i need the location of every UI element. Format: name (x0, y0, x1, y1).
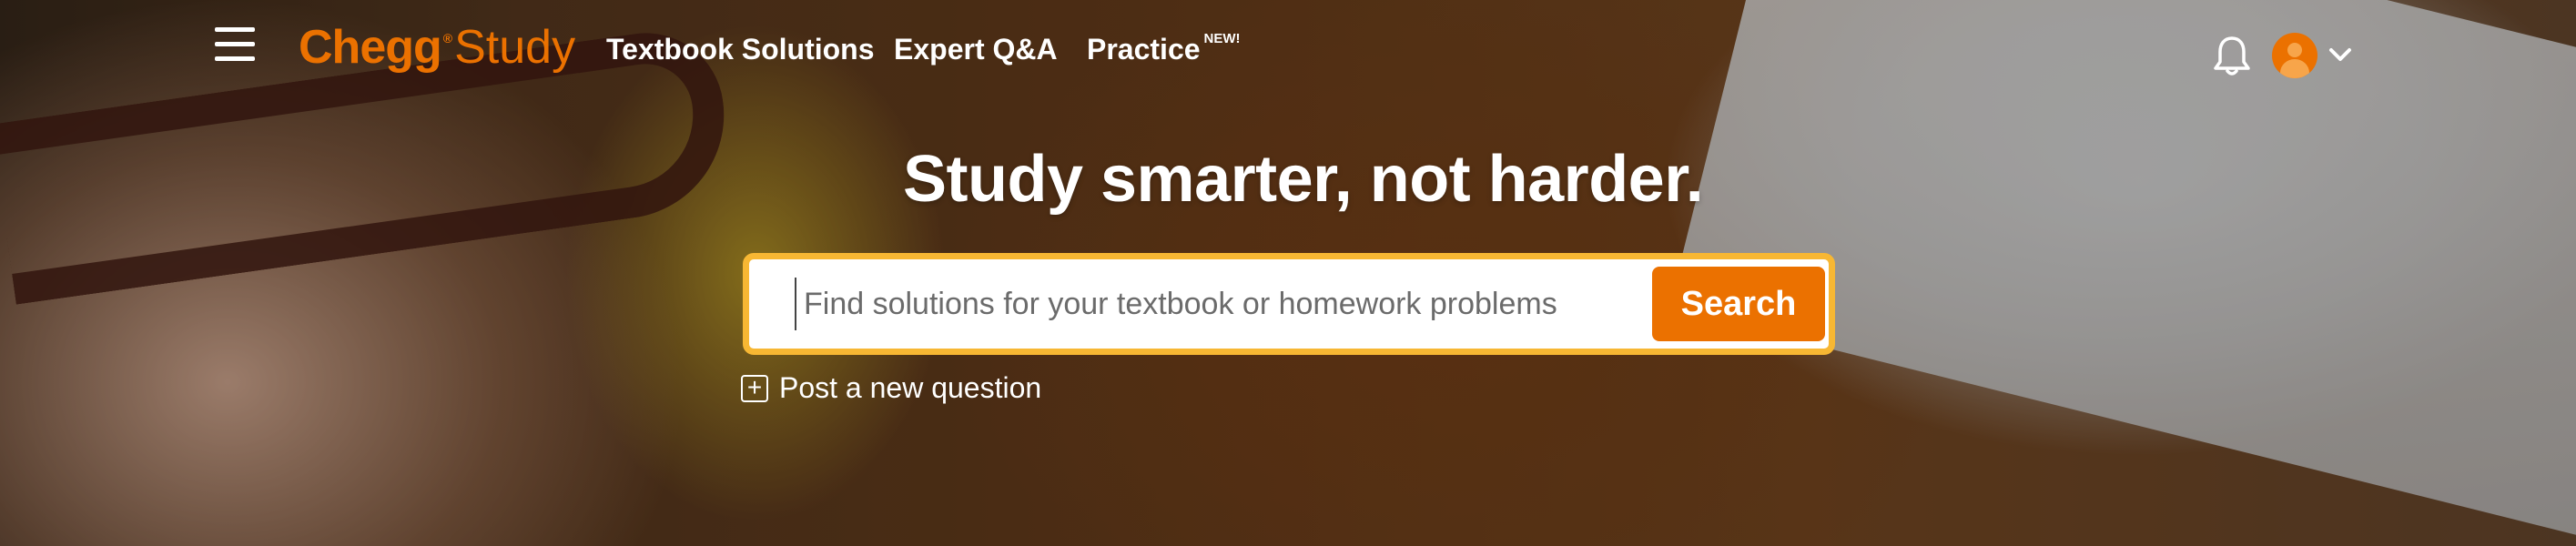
page-title: Study smarter, not harder. (903, 143, 1704, 216)
hamburger-menu-icon[interactable] (215, 27, 255, 64)
search-bar: Search (743, 253, 1835, 355)
search-input[interactable] (795, 278, 1632, 330)
post-question-link[interactable]: + Post a new question (741, 371, 1041, 405)
nav-item-label: Expert Q&A (894, 33, 1058, 66)
bell-icon[interactable] (2212, 35, 2252, 78)
chegg-study-logo[interactable]: Chegg ® Study (299, 20, 575, 75)
user-avatar-icon[interactable] (2272, 33, 2317, 78)
search-button[interactable]: Search (1652, 267, 1825, 341)
nav-expert-qa[interactable]: Expert Q&A (894, 33, 1058, 66)
nav-item-label: Textbook Solutions (606, 33, 875, 66)
plus-square-icon: + (741, 374, 768, 402)
logo-brand-text: Chegg (299, 21, 442, 74)
nav-item-label: Practice (1087, 33, 1201, 66)
hero-banner: Chegg ® Study Textbook Solutions Expert … (0, 0, 2576, 546)
new-badge: NEW! (1203, 31, 1241, 46)
logo-registered-mark: ® (442, 31, 453, 46)
nav-practice[interactable]: Practice NEW! (1087, 31, 1241, 66)
chevron-down-icon[interactable] (2327, 44, 2354, 66)
nav-textbook-solutions[interactable]: Textbook Solutions (606, 33, 875, 66)
top-navigation: Chegg ® Study Textbook Solutions Expert … (0, 0, 2576, 109)
logo-product-text: Study (454, 21, 576, 74)
post-question-label: Post a new question (779, 371, 1042, 404)
